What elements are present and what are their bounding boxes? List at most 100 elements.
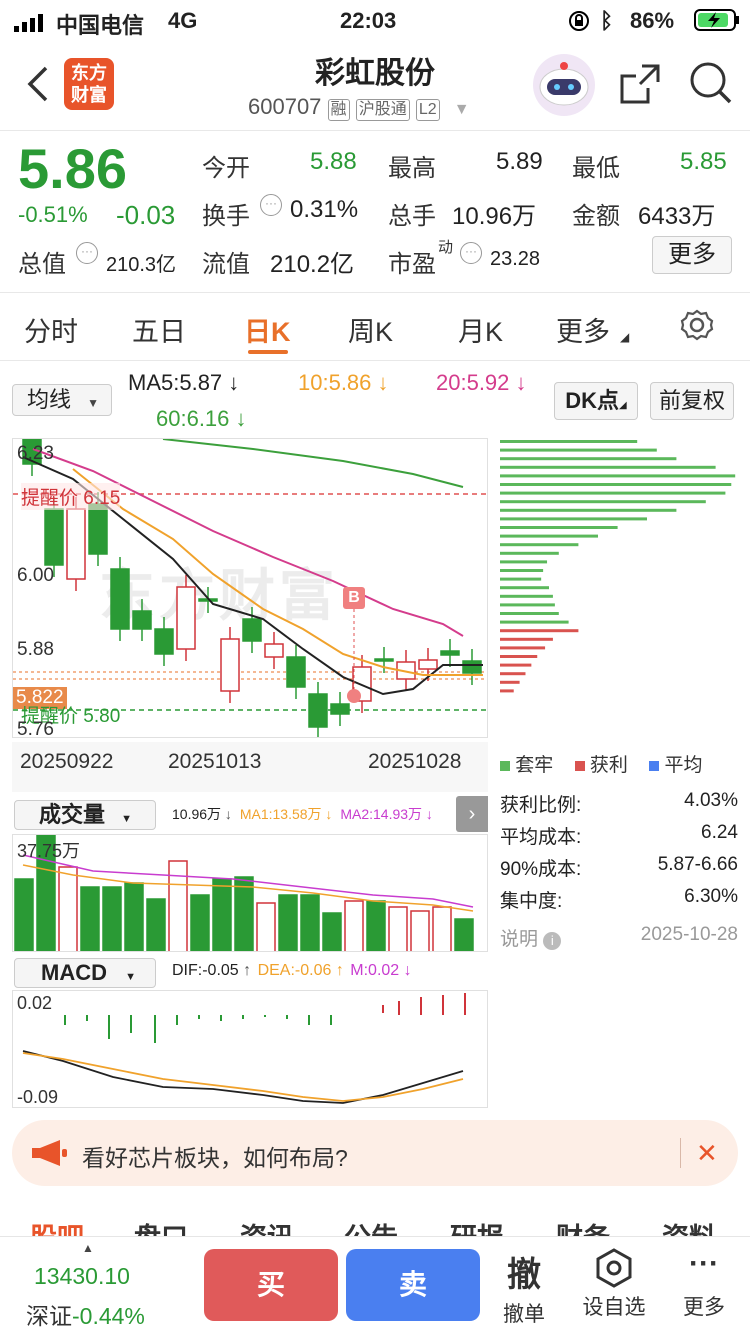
- volume-bar: [14, 878, 34, 951]
- low-value: 5.85: [680, 148, 727, 175]
- tab-orderbook[interactable]: 盘口: [134, 1216, 188, 1236]
- chevron-down-icon: ▼: [125, 971, 137, 983]
- banner-divider: [680, 1138, 681, 1168]
- tab-intraday[interactable]: 分时: [24, 310, 78, 349]
- volume-selector[interactable]: 成交量 ▼: [14, 800, 156, 830]
- chip-bar: [500, 680, 520, 684]
- info-dots-icon[interactable]: ···: [260, 194, 282, 216]
- clock: 22:03: [340, 8, 397, 33]
- buy-marker[interactable]: B: [343, 587, 365, 609]
- up-arrow-icon: ↑: [238, 962, 256, 979]
- ma-selector[interactable]: 均线 ▼: [12, 384, 112, 416]
- price-label-low: 5.88: [17, 639, 54, 660]
- volume-svg: [14, 835, 474, 951]
- chip-bar: [500, 474, 736, 478]
- tab-financials[interactable]: 财务: [556, 1216, 610, 1236]
- chip-note-row[interactable]: 说明 i 2025-10-28: [500, 924, 738, 960]
- macd-dea: DEA:-0.06: [257, 962, 332, 979]
- tab-news[interactable]: 资讯: [240, 1216, 294, 1236]
- down-arrow-icon: ↓: [221, 806, 236, 822]
- volume-chart[interactable]: 37.75万: [12, 834, 488, 952]
- macd-bottom-label: -0.09: [17, 1087, 59, 1107]
- chip-bar: [500, 457, 677, 461]
- expand-panel-button[interactable]: ›: [456, 796, 488, 832]
- stock-code-row[interactable]: 600707 融 沪股通 L2 ▼: [248, 94, 470, 121]
- kline-chart[interactable]: 东方财富 6.23 提醒价 6.15 6.00 5.88 5.822 提醒价 5…: [12, 438, 488, 738]
- volume-bar: [190, 894, 210, 951]
- info-dots-icon[interactable]: ···: [460, 242, 482, 264]
- chip-distribution-chart[interactable]: [496, 438, 738, 738]
- tab-five-day[interactable]: 五日: [132, 310, 186, 349]
- macd-m: M:0.02: [350, 962, 400, 979]
- network-label: 4G: [168, 8, 198, 33]
- more-button[interactable]: 更多: [652, 236, 732, 274]
- sell-button[interactable]: 卖: [346, 1249, 480, 1321]
- candle: [330, 703, 350, 715]
- more-actions-button[interactable]: ··· 更多: [672, 1247, 736, 1321]
- settings-gear-icon[interactable]: [680, 308, 714, 349]
- down-arrow-icon: ↓: [509, 370, 527, 395]
- ma60-text: 60:6.16: [156, 406, 230, 431]
- macd-chart[interactable]: 0.02 -0.09: [12, 990, 488, 1108]
- assistant-avatar[interactable]: [533, 54, 595, 116]
- add-watchlist-button[interactable]: 设自选: [576, 1247, 652, 1321]
- candle: [176, 586, 196, 650]
- tab-more[interactable]: 更多: [556, 310, 610, 349]
- square-icon: [500, 761, 510, 771]
- bottom-action-bar: ▲ 13430.10 深证-0.44% 买 卖 撤 撤单 设自选 ··· 更多: [0, 1236, 750, 1334]
- volume-value: 10.96万: [452, 203, 537, 230]
- buy-button[interactable]: 买: [204, 1249, 338, 1321]
- date-label: 20250922: [20, 750, 114, 773]
- pe-value: 23.28: [490, 248, 541, 270]
- promo-banner[interactable]: 看好芯片板块，如何布局? ✕: [12, 1120, 738, 1186]
- chip-legend: 套牢 获利 平均: [500, 750, 740, 777]
- tab-weekly-k[interactable]: 周K: [348, 310, 393, 349]
- ma-selector-label: 均线: [27, 387, 72, 412]
- info-dots-icon[interactable]: ···: [76, 242, 98, 264]
- close-icon[interactable]: ✕: [696, 1138, 718, 1169]
- volume-bar: [454, 918, 474, 951]
- chip-stat-row: 平均成本: 6.24: [500, 822, 738, 854]
- macd-selector[interactable]: MACD ▼: [14, 958, 156, 988]
- index-row[interactable]: 深证-0.44%: [26, 1297, 145, 1331]
- dk-point-button[interactable]: DK点◢: [554, 382, 638, 420]
- chip-bar: [500, 534, 598, 538]
- cancel-order-button[interactable]: 撤 撤单: [494, 1247, 554, 1328]
- pe-superscript: 动: [438, 239, 454, 256]
- chip-bar: [500, 448, 657, 452]
- chip-bar: [500, 440, 638, 443]
- macd-selector-label: MACD: [41, 960, 107, 985]
- open-value: 5.88: [310, 148, 357, 175]
- macd-dif-line: [22, 1050, 464, 1104]
- more-actions-label: 更多: [683, 1296, 725, 1319]
- status-bar: 中国电信 4G 22:03 ᛒ 86%: [0, 0, 750, 40]
- volume-bar: [256, 902, 276, 951]
- chip-bar: [500, 637, 553, 641]
- tab-forum[interactable]: 股吧: [30, 1216, 84, 1236]
- price-adjust-button[interactable]: 前复权: [650, 382, 734, 420]
- down-arrow-icon: ↓: [371, 370, 389, 395]
- index-value[interactable]: 13430.10: [34, 1263, 130, 1290]
- macd-top-label: 0.02: [17, 993, 53, 1013]
- stock-code: 600707: [248, 94, 322, 119]
- chip-svg: [500, 440, 736, 693]
- tab-profile[interactable]: 资料: [662, 1216, 716, 1236]
- ma60-value: 60:6.16 ↓: [156, 406, 247, 432]
- macd-svg: [22, 993, 466, 1104]
- open-label: 今开: [202, 155, 250, 182]
- tag-connect: 沪股通: [355, 99, 410, 121]
- down-arrow-icon: ↓: [422, 806, 433, 822]
- volume-bar: [80, 886, 100, 951]
- square-icon: [649, 761, 660, 771]
- volume-bar: [278, 894, 298, 951]
- change-pct: -0.51%: [18, 202, 88, 227]
- tab-announcements[interactable]: 公告: [344, 1216, 398, 1236]
- candle: [154, 628, 174, 655]
- tab-daily-k[interactable]: 日K: [244, 310, 291, 349]
- chip-bar: [500, 655, 538, 658]
- volume-bar: [234, 876, 254, 951]
- tab-monthly-k[interactable]: 月K: [458, 310, 503, 349]
- share-icon[interactable]: [618, 62, 662, 111]
- tab-research[interactable]: 研报: [450, 1216, 504, 1236]
- search-icon[interactable]: [688, 60, 734, 111]
